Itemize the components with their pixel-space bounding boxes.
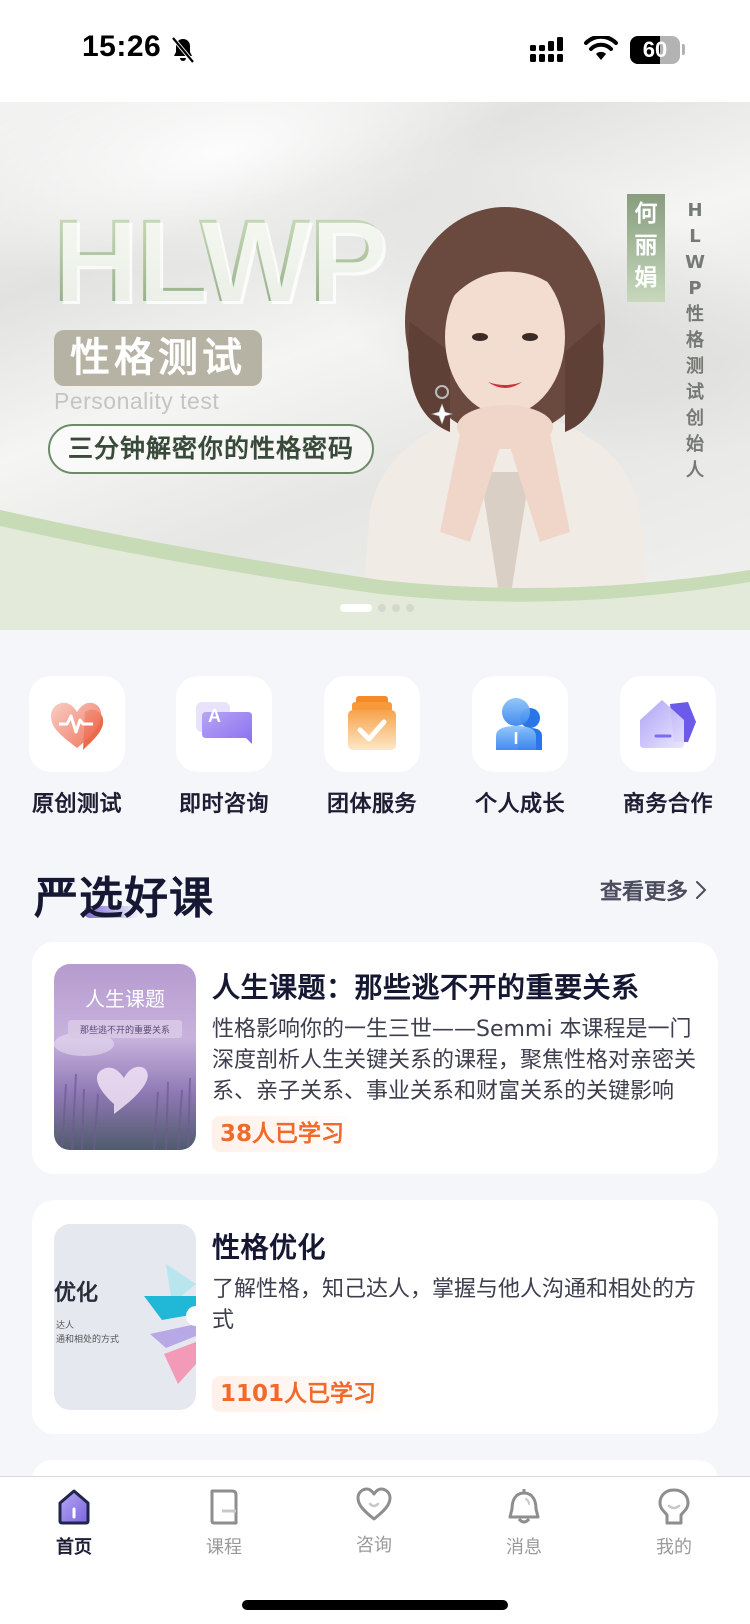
founder-name-tag: 何丽娟: [627, 194, 665, 302]
vertical-char: 丽: [634, 233, 658, 259]
tab-messages[interactable]: 消息: [464, 1487, 584, 1559]
course-thumbnail: 优化 达人 通和相处的方式: [54, 1224, 196, 1410]
chat-bubble-icon: A: [196, 702, 252, 744]
tab-courses[interactable]: 课程: [164, 1487, 284, 1559]
carousel-dot[interactable]: [406, 604, 414, 612]
course-card[interactable]: 优化 达人 通和相处的方式 性格优化 了解性格，知己达人，掌握与他人沟通和相处的…: [32, 1200, 718, 1434]
vertical-char: 创: [686, 408, 704, 429]
banner-slogan: 三分钟解密你的性格密码: [48, 424, 374, 474]
course-title: 人生课题：那些逃不开的重要关系: [212, 971, 640, 1004]
banner-wave: [0, 510, 750, 630]
checklist-stack-icon: [348, 696, 396, 750]
course-book-icon: [210, 1489, 238, 1525]
quick-label: 商务合作: [622, 792, 713, 817]
learner-count-badge: 1101人已学习: [212, 1376, 385, 1412]
view-more-label: 查看更多: [599, 880, 688, 905]
learner-count-badge: 38人已学习: [212, 1116, 353, 1152]
cellular-signal-icon: [530, 37, 563, 62]
course-description: 性格影响你的一生三世——Semmi 本课程是一门深度剖析人生关键关系的课程，聚焦…: [212, 1017, 697, 1104]
vertical-char: 格: [686, 330, 704, 351]
carousel-dot[interactable]: [340, 604, 372, 612]
quick-tile: [29, 676, 125, 772]
vertical-char: H: [687, 200, 703, 221]
battery-percent: 60: [642, 37, 668, 62]
battery-cap: [682, 44, 685, 55]
vertical-char: W: [685, 252, 705, 273]
banner-chip: 性格测试: [54, 330, 262, 386]
carousel-dot[interactable]: [378, 604, 386, 612]
home-indicator[interactable]: [242, 1600, 508, 1610]
course-description: 了解性格，知己达人，掌握与他人沟通和相处的方式: [212, 1277, 697, 1333]
quick-item-original-test[interactable]: 原创测试: [17, 676, 137, 818]
quick-tile: A: [176, 676, 272, 772]
carousel-dot[interactable]: [392, 604, 400, 612]
bell-icon: [508, 1489, 540, 1524]
battery-icon: 60: [630, 36, 680, 64]
course-title: 性格优化: [212, 1231, 327, 1264]
business-house-icon: [640, 700, 696, 748]
thumb-subtitle: 那些逃不开的重要关系: [80, 1024, 170, 1036]
mute-bell-icon: [171, 36, 195, 64]
quick-menu: 原创测试 A 即时咨询 团体服务 个人成长 商务合作: [0, 676, 750, 818]
chevron-right-icon: [696, 881, 707, 899]
quick-tile: [324, 676, 420, 772]
tab-profile[interactable]: 我的: [614, 1487, 734, 1559]
quick-tile: [620, 676, 716, 772]
view-more-link[interactable]: 查看更多: [600, 874, 708, 906]
tab-consult[interactable]: 咨询: [314, 1485, 434, 1557]
vertical-char: P: [688, 278, 702, 299]
svg-text:A: A: [208, 706, 221, 726]
vertical-char: 人: [686, 460, 704, 481]
tab-label: 首页: [56, 1537, 92, 1558]
tab-label: 课程: [206, 1537, 242, 1558]
thumb-title: 人生课题: [85, 987, 165, 1011]
course-thumbnail-art: 优化 达人 通和相处的方式: [54, 1264, 196, 1384]
quick-label: 团体服务: [326, 792, 417, 817]
promo-banner[interactable]: HLWP 性格测试 Personality test 三分钟解密你的性格密码 何…: [0, 102, 750, 630]
tab-label: 我的: [656, 1537, 692, 1558]
status-time: 15:26: [82, 30, 162, 63]
tab-label: 咨询: [356, 1535, 392, 1556]
founder-title: HLWP性格测试创始人: [684, 198, 706, 484]
founder-name: 何丽娟: [627, 198, 665, 294]
heart-consult-icon: [356, 1487, 392, 1521]
banner-headline: HLWP: [52, 195, 387, 327]
wifi-icon: [584, 36, 618, 60]
quick-item-personal-growth[interactable]: 个人成长: [460, 676, 580, 818]
vertical-char: L: [689, 226, 701, 247]
vertical-char: 何: [634, 201, 658, 227]
profile-bulb-icon: [658, 1488, 690, 1525]
thumb-line: 通和相处的方式: [56, 1333, 119, 1345]
vertical-char: 试: [686, 382, 704, 403]
quick-item-group-service[interactable]: 团体服务: [312, 676, 432, 818]
quick-label: 原创测试: [31, 792, 122, 817]
course-card[interactable]: 人生课题 那些逃不开的重要关系 人生课题：那些逃不开的重要关系 性格影响你的一生…: [32, 942, 718, 1174]
banner-subtitle: Personality test: [54, 388, 220, 414]
vertical-char: 娟: [634, 265, 658, 291]
quick-item-business[interactable]: 商务合作: [608, 676, 728, 818]
section-title: 严选好课: [34, 873, 214, 924]
vertical-char: 测: [686, 356, 704, 377]
thumb-line: 达人: [56, 1319, 74, 1331]
home-icon: [58, 1489, 90, 1525]
person-growth-icon: [496, 698, 542, 750]
quick-tile: [472, 676, 568, 772]
vertical-char: 始: [686, 434, 704, 455]
tab-label: 消息: [506, 1537, 542, 1558]
course-thumbnail: 人生课题 那些逃不开的重要关系: [54, 964, 196, 1150]
vertical-char: 性: [686, 304, 704, 325]
tab-home[interactable]: 首页: [14, 1487, 134, 1559]
quick-item-instant-consult[interactable]: A 即时咨询: [164, 676, 284, 818]
heart-pulse-icon: [51, 702, 104, 750]
quick-label: 即时咨询: [178, 792, 269, 817]
thumb-title: 优化: [54, 1280, 98, 1306]
founder-title-text: HLWP性格测试创始人: [684, 198, 706, 484]
course-thumbnail-art: 人生课题 那些逃不开的重要关系: [54, 987, 191, 1150]
status-bar: 15:26 60: [0, 0, 750, 102]
quick-label: 个人成长: [474, 792, 565, 817]
